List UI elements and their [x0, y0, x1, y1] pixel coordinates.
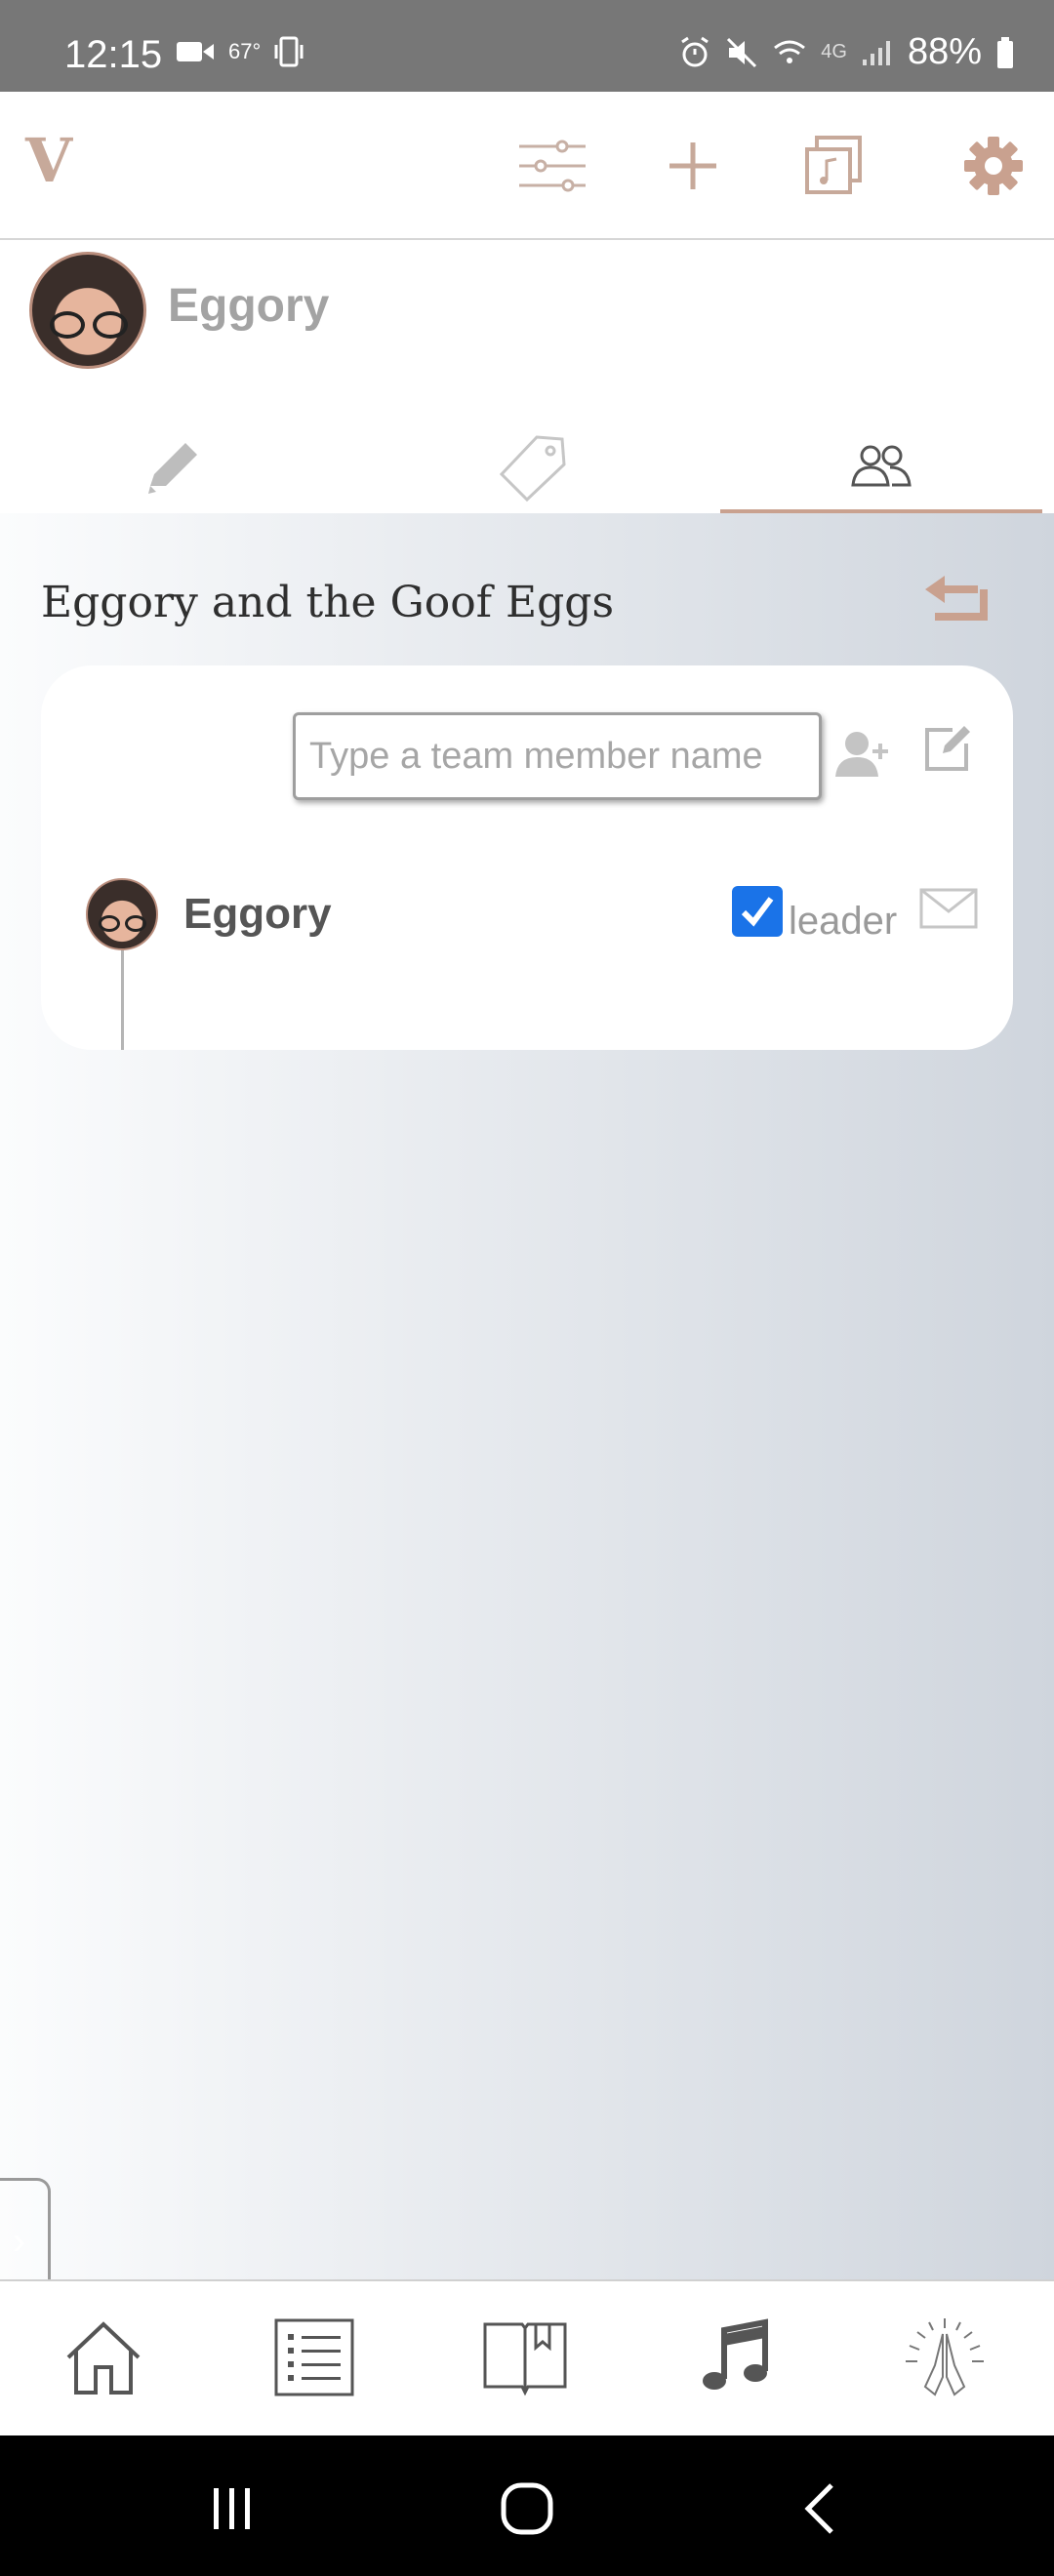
recent-apps-button[interactable]: [193, 2475, 271, 2543]
wifi-icon: [774, 40, 806, 63]
checkmark-icon: [741, 897, 774, 927]
tab-edit[interactable]: [74, 423, 269, 513]
tree-connector: [121, 950, 124, 1050]
settings-button[interactable]: [954, 127, 1033, 205]
leader-checkbox[interactable]: [732, 886, 783, 937]
avatar[interactable]: [29, 252, 146, 369]
app-logo[interactable]: V: [25, 125, 72, 196]
tag-icon: [499, 435, 566, 503]
nav-book[interactable]: [476, 2309, 574, 2406]
filter-button[interactable]: [513, 127, 591, 205]
battery-percent: 88%: [907, 31, 982, 72]
gear-icon: [964, 137, 1023, 195]
team-card: Eggory leader: [41, 665, 1013, 1050]
profile-section: Eggory: [0, 240, 1054, 513]
tab-team[interactable]: [720, 423, 1042, 513]
signal-icon: [862, 40, 890, 65]
leader-label: leader: [789, 900, 898, 943]
phone-vibrate-icon: [274, 36, 304, 67]
add-member-button[interactable]: [833, 724, 892, 783]
nav-music[interactable]: [687, 2309, 785, 2406]
network-type: 4G: [821, 41, 847, 62]
home-icon: [66, 2321, 141, 2395]
book-icon: [483, 2322, 567, 2396]
member-name[interactable]: Eggory: [183, 890, 332, 939]
music-library-icon: [805, 136, 862, 194]
list-icon: [274, 2318, 354, 2396]
status-right-icons: 4G 88%: [678, 31, 1015, 73]
member-avatar[interactable]: [86, 878, 158, 950]
undo-icon: [925, 576, 988, 621]
nav-list[interactable]: [265, 2309, 363, 2406]
circle-home-icon: [501, 2482, 553, 2535]
team-panel: Eggory and the Goof Eggs Eggory leader ›: [0, 513, 1054, 2305]
mail-icon: [919, 888, 978, 929]
status-left-icons: 67°: [176, 35, 305, 68]
chevron-right-icon: ›: [12, 2219, 26, 2263]
add-button[interactable]: [654, 127, 732, 205]
app-header: V: [0, 92, 1054, 240]
plus-icon: [669, 142, 716, 189]
profile-name: Eggory: [168, 280, 330, 332]
edit-square-icon: [925, 726, 970, 771]
mute-icon: [727, 37, 757, 67]
alarm-icon: [681, 36, 709, 66]
profile-tabs: [0, 423, 1054, 513]
status-bar: 12:15 67° 4G 88%: [0, 0, 1054, 92]
people-icon: [851, 445, 912, 487]
status-temperature: 67°: [228, 39, 262, 63]
battery-icon: [997, 36, 1013, 68]
music-note-icon: [703, 2318, 768, 2390]
praying-hands-icon: [906, 2318, 984, 2396]
edit-team-button[interactable]: [923, 724, 978, 783]
back-button[interactable]: [923, 570, 992, 628]
video-icon: [177, 42, 214, 61]
library-button[interactable]: [794, 127, 872, 205]
add-user-icon: [835, 732, 888, 777]
email-member-button[interactable]: [919, 888, 978, 929]
pencil-icon: [148, 443, 197, 494]
status-time: 12:15: [64, 33, 163, 76]
sliders-icon: [519, 140, 586, 192]
home-system-button[interactable]: [488, 2475, 566, 2543]
team-member-input[interactable]: [293, 712, 822, 800]
team-title: Eggory and the Goof Eggs: [41, 578, 615, 627]
nav-home[interactable]: [55, 2309, 152, 2406]
back-system-button[interactable]: [781, 2475, 859, 2543]
back-chevron-icon: [804, 2483, 833, 2534]
nav-prayer[interactable]: [896, 2309, 993, 2406]
system-nav-bar: [0, 2435, 1054, 2576]
bottom-nav: [0, 2279, 1054, 2435]
recent-apps-icon: [214, 2488, 250, 2529]
tab-tags[interactable]: [435, 423, 630, 513]
